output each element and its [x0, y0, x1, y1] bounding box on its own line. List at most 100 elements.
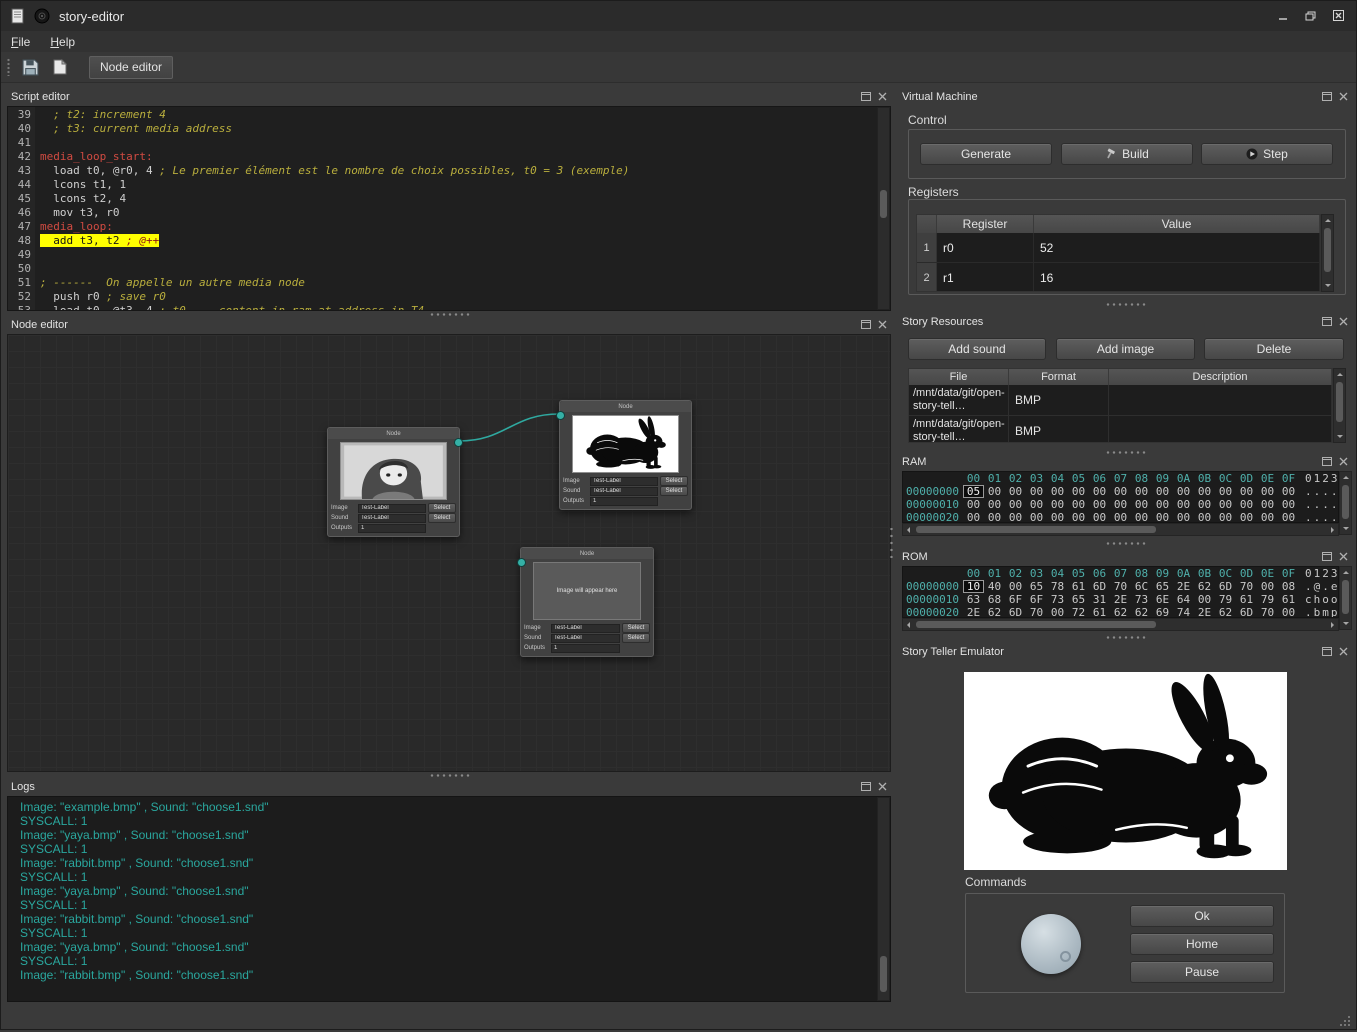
new-file-button[interactable] [47, 54, 73, 80]
node-select-button[interactable]: Select [622, 623, 650, 633]
scroll-down-arrow[interactable] [1322, 280, 1333, 291]
scroll-up-arrow[interactable] [1340, 472, 1351, 483]
input-port[interactable] [556, 411, 565, 420]
toolbar-drag-handle[interactable] [6, 58, 11, 76]
scroll-up-arrow[interactable] [1322, 215, 1333, 226]
window-resize-grip[interactable] [1338, 1014, 1351, 1032]
close-icon[interactable] [1337, 90, 1350, 103]
maximize-button[interactable] [1298, 5, 1323, 26]
rotary-knob[interactable] [1021, 914, 1081, 974]
scrollbar-thumb[interactable] [1342, 580, 1349, 614]
scroll-left-arrow[interactable] [903, 524, 914, 535]
save-button[interactable] [17, 54, 43, 80]
node-select-button[interactable]: Select [622, 633, 650, 643]
add-image-button[interactable]: Add image [1056, 338, 1195, 360]
scroll-down-arrow[interactable] [1340, 523, 1351, 534]
node-select-button[interactable]: Select [660, 476, 688, 486]
ram-vertical-scrollbar[interactable] [1339, 471, 1352, 535]
float-icon[interactable] [859, 90, 872, 103]
logs-vertical-scrollbar[interactable] [877, 797, 890, 1001]
scrollbar-thumb[interactable] [1324, 228, 1331, 272]
splitter-handle[interactable] [1105, 302, 1147, 307]
close-icon[interactable] [1337, 455, 1350, 468]
splitter-handle[interactable] [1105, 541, 1147, 546]
scrollbar-thumb[interactable] [880, 956, 887, 992]
splitter-handle[interactable] [1105, 635, 1147, 640]
column-header-format[interactable]: Format [1009, 369, 1109, 385]
rom-horizontal-scrollbar[interactable] [902, 618, 1339, 631]
step-button[interactable]: Step [1201, 143, 1333, 165]
scroll-up-arrow[interactable] [1334, 369, 1345, 380]
scroll-up-arrow[interactable] [1340, 567, 1351, 578]
node-editor-toggle[interactable]: Node editor [89, 56, 173, 79]
close-icon[interactable] [876, 90, 889, 103]
float-icon[interactable] [1320, 645, 1333, 658]
registers-table[interactable]: Register Value 1r0522r116 [916, 214, 1321, 292]
register-row[interactable]: 1r052 [917, 233, 1320, 263]
float-icon[interactable] [1320, 550, 1333, 563]
generate-button[interactable]: Generate [920, 143, 1052, 165]
scrollbar-thumb[interactable] [916, 526, 1156, 533]
rom-hex-view[interactable]: 000102030405060708090A0B0C0D0E0F01234567… [902, 566, 1339, 618]
scrollbar-thumb[interactable] [1336, 382, 1343, 422]
scroll-right-arrow[interactable] [1327, 524, 1338, 535]
scrollbar-thumb[interactable] [916, 621, 1156, 628]
ram-hex-view[interactable]: 000102030405060708090A0B0C0D0E0F01234567… [902, 471, 1339, 523]
code-area[interactable]: ; t2: increment 4 ; t3: current media ad… [35, 107, 890, 310]
media-node-3[interactable]: Node Image will appear here ImageTest-La… [520, 547, 654, 657]
minimize-button[interactable] [1270, 5, 1295, 26]
scroll-left-arrow[interactable] [903, 619, 914, 630]
scroll-right-arrow[interactable] [1327, 619, 1338, 630]
close-icon[interactable] [1337, 645, 1350, 658]
media-node-1[interactable]: Node ImageTest-LabelSelectSoundTest-Labe… [327, 427, 460, 537]
close-icon[interactable] [876, 318, 889, 331]
scrollbar-thumb[interactable] [1342, 485, 1349, 519]
splitter-handle[interactable] [429, 773, 471, 778]
menu-file[interactable]: File [1, 33, 40, 51]
hex-byte: 6E [1152, 593, 1173, 606]
registers-scrollbar[interactable] [1321, 214, 1334, 292]
ok-button[interactable]: Ok [1130, 905, 1274, 927]
float-icon[interactable] [1320, 315, 1333, 328]
output-port[interactable] [454, 438, 463, 447]
node-select-button[interactable]: Select [428, 503, 456, 513]
close-icon[interactable] [876, 780, 889, 793]
script-editor-view[interactable]: 394041424344454647484950515253 ; t2: inc… [7, 106, 891, 311]
resource-row[interactable]: /mnt/data/git/open-story-tell…BMP [909, 416, 1332, 443]
close-button[interactable] [1326, 5, 1351, 26]
column-header-register[interactable]: Register [937, 215, 1034, 233]
logs-view[interactable]: Image: "example.bmp" , Sound: "choose1.s… [7, 796, 891, 1002]
build-button[interactable]: Build [1061, 143, 1193, 165]
hex-address-spacer [903, 567, 963, 580]
column-header-value[interactable]: Value [1034, 215, 1320, 233]
input-port[interactable] [517, 558, 526, 567]
float-icon[interactable] [859, 780, 872, 793]
home-button[interactable]: Home [1130, 933, 1274, 955]
column-header-description[interactable]: Description [1109, 369, 1332, 385]
media-node-2[interactable]: Node ImageTest-LabelSelectSoundTest-Labe… [559, 400, 692, 510]
ram-horizontal-scrollbar[interactable] [902, 523, 1339, 536]
add-sound-button[interactable]: Add sound [908, 338, 1046, 360]
node-canvas[interactable]: Node ImageTest-LabelSelectSoundTest-Labe… [7, 334, 891, 772]
column-splitter-handle[interactable] [889, 528, 894, 558]
float-icon[interactable] [1320, 455, 1333, 468]
scroll-down-arrow[interactable] [1334, 431, 1345, 442]
scrollbar-thumb[interactable] [880, 190, 887, 218]
pause-button[interactable]: Pause [1130, 961, 1274, 983]
script-vertical-scrollbar[interactable] [877, 107, 890, 310]
node-select-button[interactable]: Select [428, 513, 456, 523]
float-icon[interactable] [859, 318, 872, 331]
resources-table[interactable]: File Format Description /mnt/data/git/op… [908, 368, 1333, 443]
column-header-file[interactable]: File [909, 369, 1009, 385]
resources-scrollbar[interactable] [1333, 368, 1346, 443]
delete-button[interactable]: Delete [1204, 338, 1344, 360]
rom-vertical-scrollbar[interactable] [1339, 566, 1352, 630]
resource-row[interactable]: /mnt/data/git/open-story-tell…BMP [909, 385, 1332, 416]
float-icon[interactable] [1320, 90, 1333, 103]
node-select-button[interactable]: Select [660, 486, 688, 496]
close-icon[interactable] [1337, 315, 1350, 328]
menu-help[interactable]: Help [40, 33, 85, 51]
scroll-down-arrow[interactable] [1340, 618, 1351, 629]
register-row[interactable]: 2r116 [917, 263, 1320, 292]
close-icon[interactable] [1337, 550, 1350, 563]
